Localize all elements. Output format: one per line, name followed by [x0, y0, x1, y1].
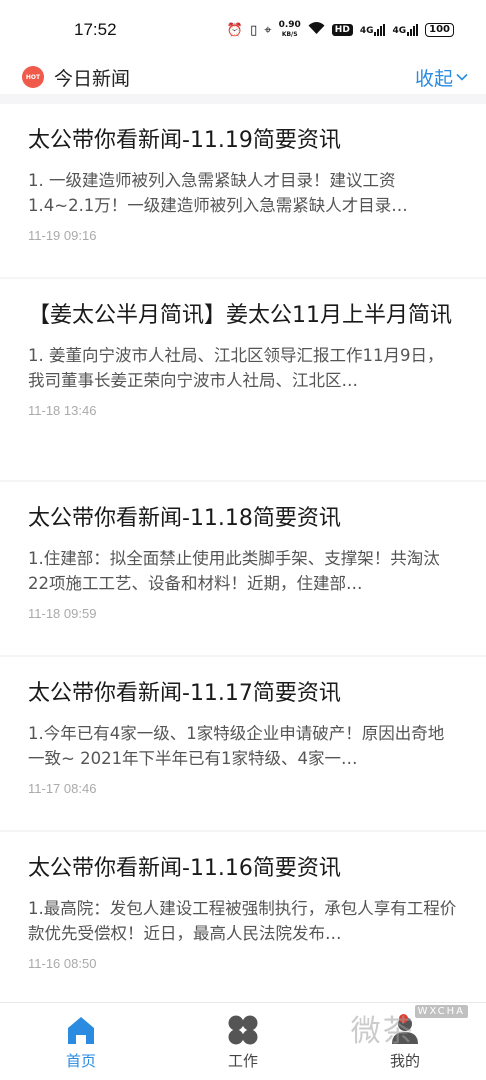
tab-work-label: 工作: [227, 1052, 258, 1070]
news-header: HOT 今日新闻 收起: [0, 60, 486, 94]
tab-work[interactable]: 工作: [162, 1003, 324, 1080]
status-bar: 17:52 ⏰ ▯ ⌖ 0.90 KB/S HD 4G 4G 100: [0, 0, 486, 60]
signal-2: 4G: [392, 24, 419, 36]
home-icon: [68, 1017, 94, 1044]
news-item[interactable]: 太公带你看新闻-11.17简要资讯 1.今年已有4家一级、1家特级企业申请破产！…: [0, 657, 486, 830]
news-title: 【姜太公半月简讯】姜太公11月上半月简讯: [28, 303, 452, 328]
status-time: 17:52: [74, 20, 117, 39]
news-item[interactable]: 太公带你看新闻-11.18简要资讯 1.住建部：拟全面禁止使用此类脚手架、支撑架…: [0, 482, 486, 655]
location-icon: ⌖: [264, 22, 272, 38]
page-title: 今日新闻: [54, 67, 131, 90]
signal-bars-icon: [374, 24, 386, 36]
news-time: 11-18 13:46: [28, 403, 97, 418]
tab-home-label: 首页: [65, 1052, 96, 1070]
tab-mine-label: 我的: [389, 1052, 420, 1070]
news-time: 11-18 09:59: [28, 606, 97, 621]
news-summary: 1.住建部：拟全面禁止使用此类脚手架、支撑架！共淘汰22项施工工艺、设备和材料！…: [28, 549, 440, 593]
signal-1: 4G: [360, 24, 386, 36]
news-summary: 1. 姜董向宁波市人社局、江北区领导汇报工作11月9日，我司董事长姜正荣向宁波市…: [28, 346, 444, 390]
wifi-icon: [308, 21, 325, 39]
alarm-icon: ⏰: [226, 22, 244, 38]
news-title: 太公带你看新闻-11.16简要资讯: [28, 856, 341, 881]
battery-icon: 100: [425, 23, 454, 37]
news-time: 11-16 08:50: [28, 956, 97, 971]
status-icons: ⏰ ▯ ⌖ 0.90 KB/S HD 4G 4G 100: [227, 21, 454, 39]
bottom-tab-bar: 首页 工作 我的 微茶WXCHA: [0, 1002, 486, 1080]
news-summary: 1. 一级建造师被列入急需紧缺人才目录！建议工资1.4~2.1万！一级建造师被列…: [28, 171, 408, 215]
header-left: HOT 今日新闻: [22, 64, 130, 91]
news-item[interactable]: 【姜太公半月简讯】姜太公11月上半月简讯 1. 姜董向宁波市人社局、江北区领导汇…: [0, 279, 486, 480]
news-list: 太公带你看新闻-11.19简要资讯 1. 一级建造师被列入急需紧缺人才目录！建议…: [0, 104, 486, 1007]
hot-icon: HOT: [22, 66, 44, 88]
vibrate-icon: ▯: [250, 22, 258, 38]
signal-bars-icon: [407, 24, 419, 36]
tab-home[interactable]: 首页: [0, 1003, 162, 1080]
hd-badge: HD: [331, 24, 353, 36]
collapse-button[interactable]: 收起: [415, 64, 468, 91]
grid-icon: [228, 1015, 258, 1045]
news-time: 11-19 09:16: [28, 228, 97, 243]
chevron-down-icon: [456, 73, 468, 81]
collapse-label: 收起: [414, 67, 453, 90]
news-title: 太公带你看新闻-11.19简要资讯: [28, 128, 341, 153]
news-summary: 1.最高院：发包人建设工程被强制执行，承包人享有工程价款优先受偿权！近日，最高人…: [28, 899, 457, 943]
news-item[interactable]: 太公带你看新闻-11.19简要资讯 1. 一级建造师被列入急需紧缺人才目录！建议…: [0, 104, 486, 277]
news-title: 太公带你看新闻-11.17简要资讯: [28, 681, 341, 706]
news-summary: 1.今年已有4家一级、1家特级企业申请破产！原因出奇地一致~ 2021年下半年已…: [28, 724, 445, 768]
news-title: 太公带你看新闻-11.18简要资讯: [28, 506, 341, 531]
news-time: 11-17 08:46: [28, 781, 97, 796]
watermark: 微茶WXCHA: [351, 1005, 468, 1050]
net-speed: 0.90 KB/S: [278, 20, 301, 39]
news-item[interactable]: 太公带你看新闻-11.16简要资讯 1.最高院：发包人建设工程被强制执行，承包人…: [0, 832, 486, 1005]
